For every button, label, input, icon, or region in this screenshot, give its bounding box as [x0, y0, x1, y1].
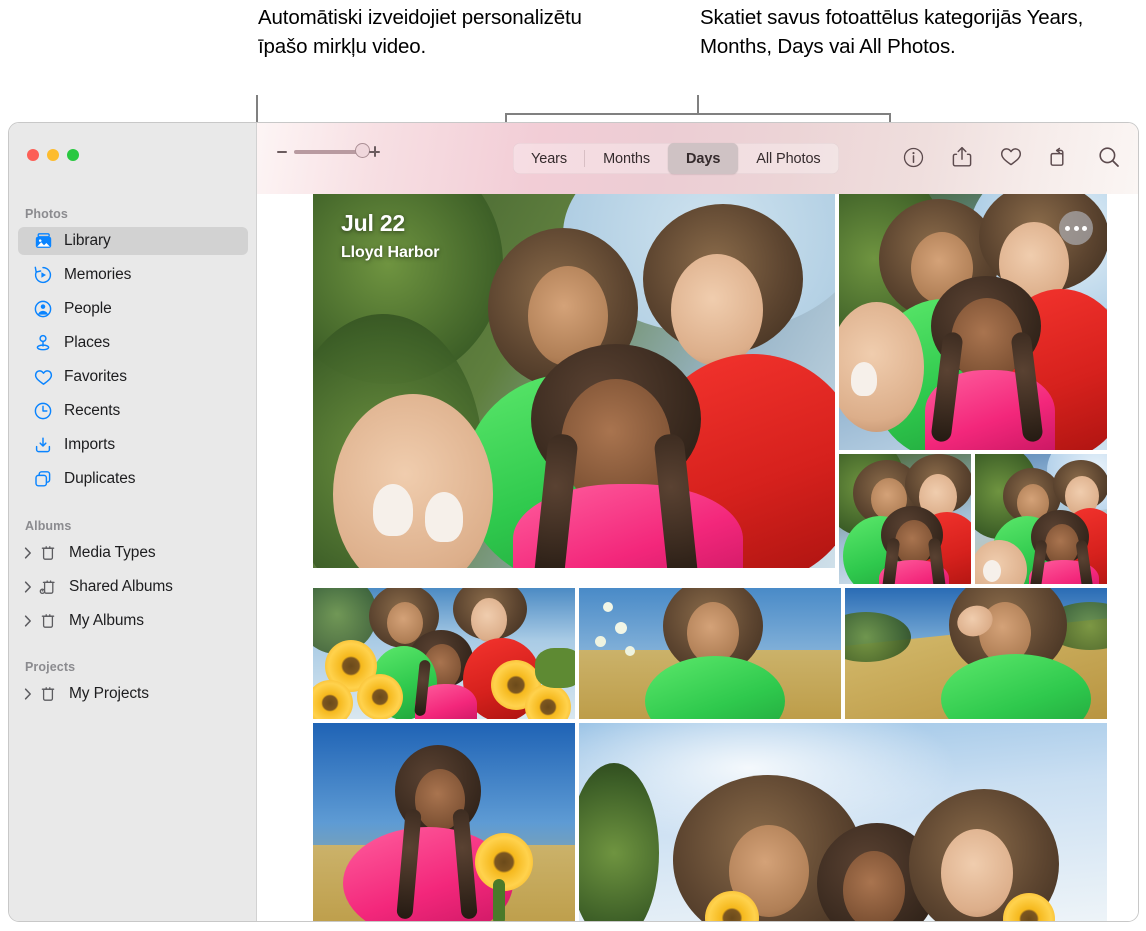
photos-app-window: Photos Library Memories People Places Fa…: [8, 122, 1139, 922]
sidebar-item-label: My Projects: [69, 685, 149, 702]
sidebar-item-label: My Albums: [69, 612, 144, 629]
chevron-right-icon[interactable]: [22, 581, 34, 593]
tab-years[interactable]: Years: [513, 143, 586, 174]
view-mode-segmented-control[interactable]: Years Months Days All Photos: [513, 143, 839, 174]
chevron-right-icon[interactable]: [22, 547, 34, 559]
photo-grid: Jul 22 Lloyd Harbor: [305, 194, 1138, 921]
toolbar: Years Months Days All Photos: [257, 123, 1138, 194]
tab-days[interactable]: Days: [668, 143, 739, 174]
sidebar-item-shared-albums[interactable]: Shared Albums: [18, 573, 248, 601]
tab-label: Months: [603, 150, 651, 167]
callout-left-text: Automātiski izveidojiet personalizētu īp…: [258, 6, 582, 58]
search-icon[interactable]: [1097, 143, 1121, 171]
sidebar-item-duplicates[interactable]: Duplicates: [18, 465, 248, 493]
dot: [1082, 225, 1087, 231]
sidebar-section-projects: Projects: [25, 660, 76, 674]
info-icon[interactable]: [901, 143, 925, 171]
sidebar-item-label: People: [64, 300, 112, 317]
sidebar-item-my-albums[interactable]: My Albums: [18, 607, 248, 635]
sidebar-item-library[interactable]: Library: [18, 227, 248, 255]
callout-right-leader-vertical: [697, 95, 699, 114]
chevron-right-icon[interactable]: [22, 688, 34, 700]
duplicates-icon: [31, 469, 55, 489]
callout-right-bracket-top: [505, 113, 891, 115]
photo-tile-row3-c[interactable]: [845, 588, 1107, 719]
photo-tile-row3-a[interactable]: [313, 588, 575, 719]
sidebar-item-label: Duplicates: [64, 470, 136, 487]
sidebar-item-label: Recents: [64, 402, 121, 419]
tab-months[interactable]: Months: [585, 143, 668, 174]
photo-tile-row4-a[interactable]: [313, 723, 575, 921]
day-header: Jul 22 Lloyd Harbor: [341, 210, 439, 262]
memories-icon: [31, 265, 55, 285]
zoom-slider-track[interactable]: [294, 143, 370, 158]
album-icon: [36, 684, 60, 704]
sidebar-item-label: Places: [64, 334, 110, 351]
people-icon: [31, 299, 55, 319]
tab-label: Days: [686, 150, 721, 167]
zoom-slider-thumb[interactable]: [355, 143, 370, 158]
photo-tile-row4-b[interactable]: [579, 723, 1107, 921]
sidebar-item-memories[interactable]: Memories: [18, 261, 248, 289]
sidebar-item-label: Shared Albums: [69, 578, 173, 595]
photo-tile-row3-b[interactable]: [579, 588, 841, 719]
photo-tile-top-right[interactable]: [839, 194, 1107, 450]
album-icon: [36, 611, 60, 631]
share-icon[interactable]: [950, 143, 974, 171]
photo-tile-hero[interactable]: Jul 22 Lloyd Harbor: [313, 194, 835, 568]
shared-album-icon: [36, 577, 60, 597]
tab-label: Years: [531, 150, 568, 167]
more-options-button[interactable]: [1059, 211, 1093, 245]
sidebar-item-media-types[interactable]: Media Types: [18, 539, 248, 567]
sidebar-item-people[interactable]: People: [18, 295, 248, 323]
photo-tile-mid-right[interactable]: [975, 454, 1107, 584]
sidebar: Photos Library Memories People Places Fa…: [9, 123, 257, 921]
dot: [1065, 225, 1070, 231]
import-icon: [31, 435, 55, 455]
rotate-icon[interactable]: [1048, 143, 1072, 171]
sidebar-item-favorites[interactable]: Favorites: [18, 363, 248, 391]
tab-all-photos[interactable]: All Photos: [738, 143, 838, 174]
zoom-out-icon[interactable]: [277, 150, 287, 153]
zoom-slider[interactable]: [277, 143, 380, 158]
favorite-heart-icon[interactable]: [999, 143, 1023, 171]
sidebar-item-label: Favorites: [64, 368, 127, 385]
day-header-date: Jul 22: [341, 210, 406, 236]
zoom-button[interactable]: [67, 149, 79, 161]
photo-tile-mid-left[interactable]: [839, 454, 971, 584]
sidebar-item-label: Media Types: [69, 544, 156, 561]
chevron-right-icon[interactable]: [22, 615, 34, 627]
library-icon: [31, 231, 55, 251]
window-controls[interactable]: [27, 149, 79, 161]
sidebar-item-recents[interactable]: Recents: [18, 397, 248, 425]
callout-right-text: Skatiet savus fotoattēlus kategorijās Ye…: [700, 6, 1084, 58]
clock-icon: [31, 401, 55, 421]
sidebar-item-my-projects[interactable]: My Projects: [18, 680, 248, 708]
day-header-place: Lloyd Harbor: [341, 244, 440, 261]
screenshot-root: Automātiski izveidojiet personalizētu īp…: [0, 0, 1146, 931]
toolbar-icon-group: [901, 143, 1121, 171]
sidebar-item-label: Memories: [64, 266, 132, 283]
sidebar-item-label: Library: [64, 232, 111, 249]
sidebar-item-label: Imports: [64, 436, 115, 453]
sidebar-item-places[interactable]: Places: [18, 329, 248, 357]
zoom-in-icon[interactable]: [369, 146, 380, 157]
places-icon: [31, 333, 55, 353]
tab-label: All Photos: [756, 150, 821, 167]
sidebar-section-photos: Photos: [25, 207, 68, 221]
heart-icon: [31, 367, 55, 387]
minimize-button[interactable]: [47, 149, 59, 161]
album-icon: [36, 543, 60, 563]
sidebar-section-albums: Albums: [25, 519, 72, 533]
sidebar-item-imports[interactable]: Imports: [18, 431, 248, 459]
close-button[interactable]: [27, 149, 39, 161]
dot: [1073, 225, 1079, 231]
